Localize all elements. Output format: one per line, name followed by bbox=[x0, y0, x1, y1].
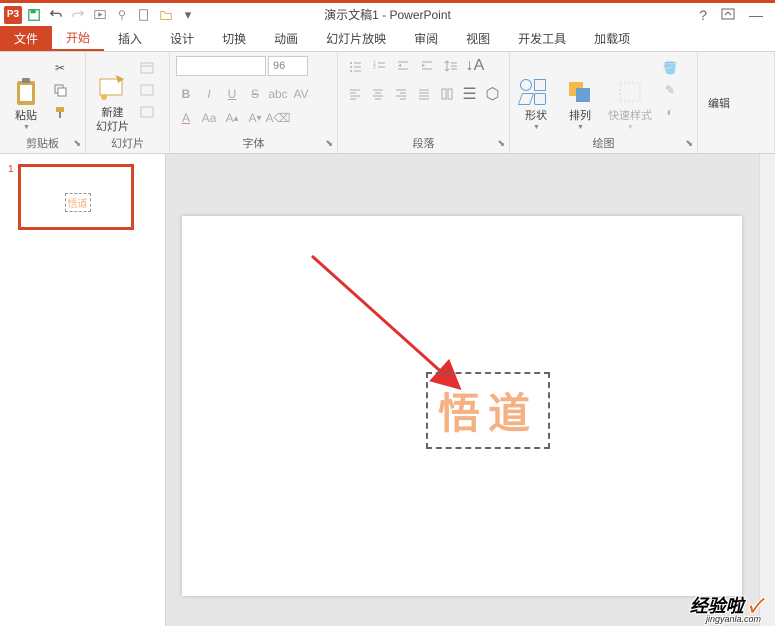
outdent-button[interactable] bbox=[392, 56, 414, 76]
tab-file[interactable]: 文件 bbox=[0, 26, 52, 51]
drawing-group-label: 绘图 bbox=[510, 135, 697, 151]
slideshow-icon[interactable] bbox=[90, 5, 110, 25]
columns-button[interactable] bbox=[436, 84, 457, 104]
save-icon[interactable] bbox=[24, 5, 44, 25]
editing-button[interactable]: 编辑 bbox=[704, 56, 734, 151]
spacing-button[interactable]: AV bbox=[291, 84, 311, 104]
bullets-button[interactable] bbox=[344, 56, 366, 76]
reset-icon[interactable] bbox=[137, 80, 157, 100]
ribbon-tabs: 文件 开始 插入 设计 切换 动画 幻灯片放映 审阅 视图 开发工具 加载项 bbox=[0, 26, 775, 52]
format-painter-icon[interactable] bbox=[50, 102, 70, 122]
change-case-button[interactable]: Aa bbox=[199, 108, 219, 128]
section-icon[interactable] bbox=[137, 102, 157, 122]
numbering-button[interactable]: 12 bbox=[368, 56, 390, 76]
slides-group-label: 幻灯片 bbox=[86, 135, 169, 151]
font-name-input[interactable] bbox=[176, 56, 266, 76]
shape-fill-icon[interactable]: 🪣 bbox=[660, 58, 680, 78]
app-icon: P3 bbox=[4, 6, 22, 24]
tab-addins[interactable]: 加载项 bbox=[580, 26, 644, 51]
slide-thumbnail[interactable]: 悟道 bbox=[18, 164, 134, 230]
line-spacing-button[interactable] bbox=[440, 56, 462, 76]
new-icon[interactable] bbox=[134, 5, 154, 25]
arrange-icon bbox=[564, 76, 596, 108]
tab-view[interactable]: 视图 bbox=[452, 26, 504, 51]
shape-outline-icon[interactable]: ✎ bbox=[660, 80, 680, 100]
align-center-button[interactable] bbox=[367, 84, 388, 104]
copy-icon[interactable] bbox=[50, 80, 70, 100]
tab-developer[interactable]: 开发工具 bbox=[504, 26, 580, 51]
slide-canvas[interactable]: 悟道 bbox=[182, 216, 742, 596]
font-group-label: 字体 bbox=[170, 135, 337, 151]
underline-button[interactable]: U bbox=[222, 84, 242, 104]
tab-slideshow[interactable]: 幻灯片放映 bbox=[312, 26, 400, 51]
shapes-icon bbox=[520, 76, 552, 108]
smartart-button[interactable]: ⬡ bbox=[482, 84, 503, 104]
align-left-button[interactable] bbox=[344, 84, 365, 104]
slide-thumbnail-panel: 1 悟道 bbox=[0, 154, 166, 626]
strike-button[interactable]: S bbox=[245, 84, 265, 104]
tab-transitions[interactable]: 切换 bbox=[208, 26, 260, 51]
drawing-launcher-icon[interactable]: ⬊ bbox=[685, 138, 693, 149]
redo-icon[interactable] bbox=[68, 5, 88, 25]
thumb-text: 悟道 bbox=[65, 193, 91, 212]
help-icon[interactable]: ? bbox=[699, 7, 707, 23]
align-right-button[interactable] bbox=[390, 84, 411, 104]
watermark-url: jingyanla.com bbox=[706, 614, 761, 624]
minimize-icon[interactable]: — bbox=[749, 7, 763, 23]
window-title: 演示文稿1 - PowerPoint bbox=[324, 6, 451, 23]
align-text-button[interactable]: ☰ bbox=[459, 84, 480, 104]
bold-button[interactable]: B bbox=[176, 84, 196, 104]
indent-button[interactable] bbox=[416, 56, 438, 76]
paragraph-launcher-icon[interactable]: ⬊ bbox=[497, 138, 505, 149]
shadow-button[interactable]: abc bbox=[268, 84, 288, 104]
clipboard-group-label: 剪贴板 bbox=[0, 135, 85, 151]
qat-customize-icon[interactable]: ▾ bbox=[178, 5, 198, 25]
open-icon[interactable] bbox=[156, 5, 176, 25]
font-launcher-icon[interactable]: ⬊ bbox=[325, 138, 333, 149]
clipboard-launcher-icon[interactable]: ⬊ bbox=[73, 138, 81, 149]
new-slide-icon bbox=[97, 73, 129, 105]
tab-insert[interactable]: 插入 bbox=[104, 26, 156, 51]
slide-editor: 悟道 bbox=[166, 154, 775, 626]
ribbon: 粘贴 ▼ ✂ 剪贴板 ⬊ 新建 幻灯片 幻灯片 bbox=[0, 52, 775, 154]
tab-design[interactable]: 设计 bbox=[156, 26, 208, 51]
font-color-button[interactable]: A bbox=[176, 108, 196, 128]
svg-text:2: 2 bbox=[373, 65, 376, 71]
tab-animations[interactable]: 动画 bbox=[260, 26, 312, 51]
clipboard-icon bbox=[10, 76, 42, 108]
quick-styles-icon bbox=[614, 76, 646, 108]
tab-review[interactable]: 审阅 bbox=[400, 26, 452, 51]
touch-mode-icon[interactable] bbox=[112, 5, 132, 25]
italic-button[interactable]: I bbox=[199, 84, 219, 104]
slide-number: 1 bbox=[8, 164, 14, 230]
text-box[interactable]: 悟道 bbox=[426, 372, 550, 449]
ribbon-options-icon[interactable] bbox=[721, 7, 735, 23]
shrink-font-button[interactable]: A▾ bbox=[245, 108, 265, 128]
undo-icon[interactable] bbox=[46, 5, 66, 25]
layout-icon[interactable] bbox=[137, 58, 157, 78]
paragraph-group-label: 段落 bbox=[338, 135, 509, 151]
justify-button[interactable] bbox=[413, 84, 434, 104]
font-size-input[interactable]: 96 bbox=[268, 56, 308, 76]
cut-icon[interactable]: ✂ bbox=[50, 58, 70, 78]
shape-effects-icon[interactable]: ◐ bbox=[660, 102, 680, 122]
clear-format-button[interactable]: A⌫ bbox=[268, 108, 288, 128]
text-direction-button[interactable]: ↓A bbox=[464, 56, 486, 76]
grow-font-button[interactable]: A▴ bbox=[222, 108, 242, 128]
tab-home[interactable]: 开始 bbox=[52, 26, 104, 51]
vertical-scrollbar[interactable] bbox=[759, 154, 775, 626]
slide-text: 悟道 bbox=[438, 392, 538, 438]
